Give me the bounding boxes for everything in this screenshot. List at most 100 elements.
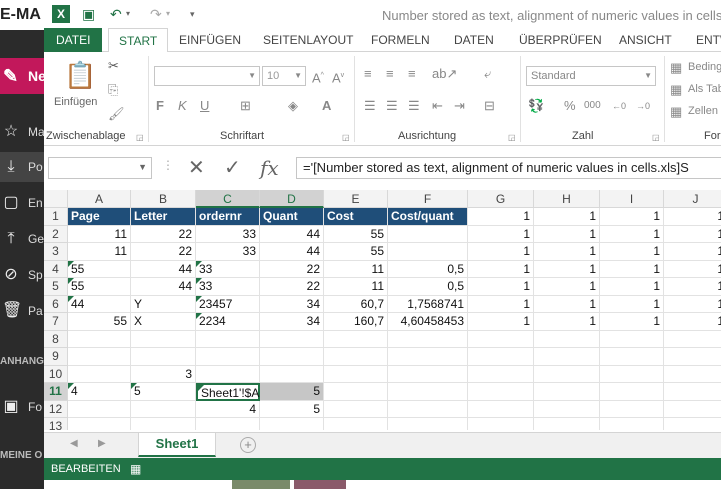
- cell-d7[interactable]: 34: [260, 313, 324, 331]
- row-header-11[interactable]: 11: [44, 383, 68, 401]
- cell-c5[interactable]: 33: [196, 278, 260, 296]
- cell-h2[interactable]: 1: [534, 225, 600, 243]
- cell-j3[interactable]: 1: [664, 243, 721, 261]
- cell-d1[interactable]: Quant: [260, 208, 324, 226]
- cell-f11[interactable]: [388, 383, 468, 401]
- cell-h7[interactable]: 1: [534, 313, 600, 331]
- cell-g2[interactable]: 1: [468, 225, 534, 243]
- cell-c2[interactable]: 33: [196, 225, 260, 243]
- cell-j12[interactable]: [664, 401, 721, 418]
- cell-j4[interactable]: 1: [664, 261, 721, 278]
- formula-input[interactable]: ='[Number stored as text, alignment of n…: [296, 157, 721, 179]
- confirm-icon[interactable]: ✓: [224, 156, 241, 180]
- grow-font-icon[interactable]: A^: [312, 68, 324, 86]
- cell-a8[interactable]: [68, 330, 131, 348]
- font-color-icon[interactable]: A: [322, 98, 331, 114]
- cell-b4[interactable]: 44: [131, 260, 196, 278]
- cell-i3[interactable]: 1: [600, 243, 664, 261]
- cell-g5[interactable]: 1: [468, 278, 534, 296]
- row-header-13[interactable]: 13: [44, 418, 68, 430]
- cell-f5[interactable]: 0,5: [388, 278, 468, 296]
- cell-e6[interactable]: 60,7: [324, 295, 388, 313]
- borders-icon[interactable]: ⊞: [240, 98, 251, 114]
- cell-a5[interactable]: 55: [68, 278, 131, 296]
- cell-g9[interactable]: [468, 348, 534, 366]
- macro-record-icon[interactable]: ▦: [130, 458, 141, 480]
- cell-styles-label[interactable]: Zellen: [688, 105, 718, 117]
- cell-h10[interactable]: [534, 365, 600, 383]
- cell-c1[interactable]: ordernr: [196, 208, 260, 226]
- bg-nav-item-2[interactable]: ⤓ Po: [0, 152, 44, 182]
- cell-d4[interactable]: 22: [260, 260, 324, 278]
- cell-f10[interactable]: [388, 365, 468, 383]
- cell-i5[interactable]: 1: [600, 278, 664, 296]
- currency-icon[interactable]: 💱: [528, 98, 544, 114]
- cell-i1[interactable]: 1: [600, 208, 664, 226]
- cell-i6[interactable]: 1: [600, 295, 664, 313]
- cell-h6[interactable]: 1: [534, 295, 600, 313]
- conditional-format-icon[interactable]: ▦: [670, 60, 682, 76]
- column-header-c[interactable]: C: [196, 190, 260, 208]
- row-header-9[interactable]: 9: [44, 348, 68, 366]
- cell-e2[interactable]: 55: [324, 225, 388, 243]
- cell-b12[interactable]: [131, 400, 196, 418]
- cell-d10[interactable]: [260, 365, 324, 383]
- cell-b10[interactable]: 3: [131, 365, 196, 383]
- bg-new-button[interactable]: ✎ Ne: [0, 58, 44, 94]
- thousands-button[interactable]: 000: [584, 98, 601, 114]
- cell-e4[interactable]: 11: [324, 260, 388, 278]
- align-right-icon[interactable]: ☰: [408, 98, 420, 114]
- select-all-corner[interactable]: [44, 190, 68, 208]
- cell-a11[interactable]: 4: [68, 383, 131, 401]
- cell-g4[interactable]: 1: [468, 260, 534, 278]
- cell-j7[interactable]: 1: [664, 313, 721, 331]
- cell-b8[interactable]: [131, 330, 196, 348]
- row-header-4[interactable]: 4: [44, 260, 68, 278]
- cell-e9[interactable]: [324, 348, 388, 366]
- cut-icon[interactable]: ✂: [108, 58, 119, 74]
- cell-h12[interactable]: [534, 400, 600, 418]
- bold-button[interactable]: F: [156, 98, 164, 114]
- align-left-icon[interactable]: ☰: [364, 98, 376, 114]
- cell-f7[interactable]: 4,60458453: [388, 313, 468, 331]
- cell-i13[interactable]: [600, 418, 664, 430]
- save-icon[interactable]: ▣: [82, 5, 95, 23]
- cell-c7[interactable]: 2234: [196, 313, 260, 331]
- cell-b6[interactable]: Y: [131, 295, 196, 313]
- sheet-next-icon[interactable]: ▶: [98, 438, 106, 449]
- cell-f3[interactable]: [388, 243, 468, 261]
- cell-j5[interactable]: 1: [664, 278, 721, 296]
- row-header-1[interactable]: 1: [44, 208, 68, 226]
- increase-indent-icon[interactable]: ⇥: [454, 98, 465, 114]
- cell-b7[interactable]: X: [131, 313, 196, 331]
- tab-view[interactable]: ANSICHT: [619, 28, 672, 52]
- increase-decimal-icon[interactable]: ←0: [612, 98, 626, 114]
- cell-b5[interactable]: 44: [131, 278, 196, 296]
- cell-h9[interactable]: [534, 348, 600, 366]
- cancel-icon[interactable]: ✕: [188, 156, 205, 180]
- bg-nav-item-6[interactable]: 🗑 Pa: [0, 296, 44, 326]
- column-header-b[interactable]: B: [131, 190, 196, 208]
- underline-button[interactable]: U: [200, 98, 209, 114]
- cell-h3[interactable]: 1: [534, 243, 600, 261]
- cell-c3[interactable]: 33: [196, 243, 260, 261]
- customize-qat-icon[interactable]: ▾: [190, 5, 195, 23]
- paste-label[interactable]: Einfügen: [54, 96, 97, 108]
- cell-h5[interactable]: 1: [534, 278, 600, 296]
- cell-g6[interactable]: 1: [468, 295, 534, 313]
- cell-a10[interactable]: [68, 365, 131, 383]
- bg-nav-item-3[interactable]: ▢ En: [0, 188, 44, 218]
- cell-c12[interactable]: 4: [196, 400, 260, 418]
- bg-nav-item-5[interactable]: ⊘ Sp: [0, 260, 44, 290]
- fill-color-icon[interactable]: ◈: [288, 98, 298, 114]
- cell-j6[interactable]: 1: [664, 296, 721, 313]
- cell-b2[interactable]: 22: [131, 225, 196, 243]
- cell-f13[interactable]: [388, 418, 468, 430]
- cell-a2[interactable]: 11: [68, 225, 131, 243]
- format-as-table-icon[interactable]: ▦: [670, 82, 682, 98]
- cell-i4[interactable]: 1: [600, 260, 664, 278]
- cell-i12[interactable]: [600, 400, 664, 418]
- orientation-icon[interactable]: ab↗: [432, 66, 457, 82]
- cell-a9[interactable]: [68, 348, 131, 366]
- cell-a12[interactable]: [68, 400, 131, 418]
